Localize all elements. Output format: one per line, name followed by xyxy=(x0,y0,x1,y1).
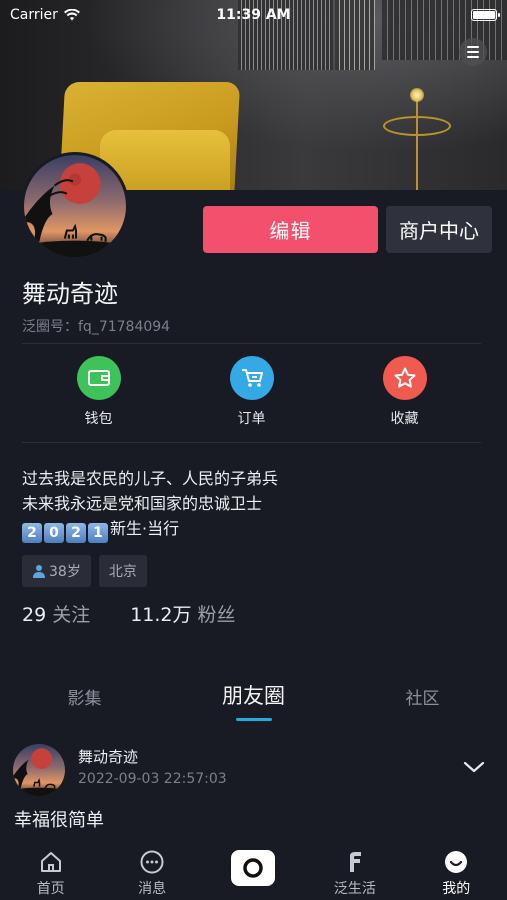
following-label: 关注 xyxy=(52,604,91,626)
f-logo-icon xyxy=(341,848,369,876)
following-count: 29 xyxy=(22,604,47,626)
divider xyxy=(22,442,481,443)
wallet-icon xyxy=(76,356,121,400)
star-icon xyxy=(382,356,427,400)
profile-stats: 29 关注 11.2万 粉丝 xyxy=(22,600,236,627)
bio-line: 未来我永远是党和国家的忠诚卫士 xyxy=(22,494,263,513)
profile-bio: 过去我是农民的儿子、人民的子弟兵 未来我永远是党和国家的忠诚卫士 2 0 2 1 新生·… xyxy=(22,466,278,543)
merchant-center-button[interactable]: 商户中心 xyxy=(386,206,492,253)
edit-profile-button[interactable]: 编辑 xyxy=(203,206,378,253)
following-stat[interactable]: 29 关注 xyxy=(22,600,90,627)
profile-id: 泛圈号：fq_71784094 xyxy=(22,319,171,335)
nav-home[interactable]: 首页 xyxy=(1,840,101,900)
avatar-moon-deer-art xyxy=(13,748,65,796)
quick-action-orders[interactable]: 订单 xyxy=(175,356,328,430)
followers-label: 粉丝 xyxy=(197,604,236,626)
battery-icon xyxy=(471,9,500,21)
avatar[interactable] xyxy=(21,152,129,260)
cart-icon xyxy=(229,356,274,400)
keycap-digit: 2 xyxy=(66,523,86,543)
nav-label: 首页 xyxy=(36,881,65,897)
post-author-name[interactable]: 舞动奇迹 xyxy=(78,746,138,767)
nav-lifestyle[interactable]: 泛生活 xyxy=(305,840,405,900)
status-bar: Carrier 11:39 AM xyxy=(0,0,507,30)
content-tabs: 影集 朋友圈 社区 xyxy=(0,680,507,726)
message-icon xyxy=(138,848,166,876)
followers-count: 11.2万 xyxy=(130,604,192,626)
age-value: 38岁 xyxy=(49,564,81,580)
tab-community[interactable]: 社区 xyxy=(348,680,498,709)
nav-profile[interactable]: 我的 xyxy=(406,840,506,900)
bio-line: 过去我是农民的儿子、人民的子弟兵 xyxy=(22,469,279,488)
city-tag: 北京 xyxy=(98,555,147,587)
post-timestamp: 2022-09-03 22:57:03 xyxy=(78,771,227,787)
clock: 11:39 AM xyxy=(216,7,291,23)
bottom-tab-bar: 首页 消息 泛生活 我的 xyxy=(0,840,507,900)
post-author-avatar[interactable] xyxy=(13,744,65,796)
menu-button[interactable] xyxy=(459,38,487,66)
post-content: 幸福很简单 xyxy=(14,810,104,831)
profile-tags: 38岁 北京 xyxy=(22,555,147,587)
profile-smile-icon xyxy=(442,848,470,876)
nav-label: 泛生活 xyxy=(333,881,376,897)
city-value: 北京 xyxy=(108,564,137,580)
avatar-moon-deer-art xyxy=(24,163,126,257)
quick-actions: 钱包 订单 收藏 xyxy=(22,356,481,430)
tab-moments[interactable]: 朋友圈 xyxy=(179,680,329,721)
tab-albums[interactable]: 影集 xyxy=(10,680,160,709)
nav-messages[interactable]: 消息 xyxy=(102,840,202,900)
keycap-digit: 0 xyxy=(44,523,64,543)
menu-icon xyxy=(467,46,479,48)
quick-action-label: 订单 xyxy=(237,411,266,427)
bio-line: 2 0 2 1 新生·当行 xyxy=(22,516,278,543)
nav-camera[interactable] xyxy=(203,840,303,900)
nav-label: 消息 xyxy=(138,881,167,897)
bio-suffix: 新生·当行 xyxy=(110,519,180,538)
quick-action-favorites[interactable]: 收藏 xyxy=(328,356,481,430)
nav-label: 我的 xyxy=(442,881,471,897)
person-icon xyxy=(33,565,45,578)
quick-action-label: 收藏 xyxy=(390,411,419,427)
age-tag: 38岁 xyxy=(22,555,91,587)
followers-stat[interactable]: 11.2万 粉丝 xyxy=(130,600,235,627)
keycap-digit: 1 xyxy=(88,523,108,543)
divider xyxy=(22,343,481,344)
profile-name: 舞动奇迹 xyxy=(22,280,118,308)
quick-action-label: 钱包 xyxy=(84,411,113,427)
chevron-down-icon[interactable] xyxy=(462,757,486,777)
camera-icon xyxy=(231,850,276,886)
quick-action-wallet[interactable]: 钱包 xyxy=(22,356,175,430)
home-icon xyxy=(37,848,65,876)
keycap-digit: 2 xyxy=(22,523,42,543)
